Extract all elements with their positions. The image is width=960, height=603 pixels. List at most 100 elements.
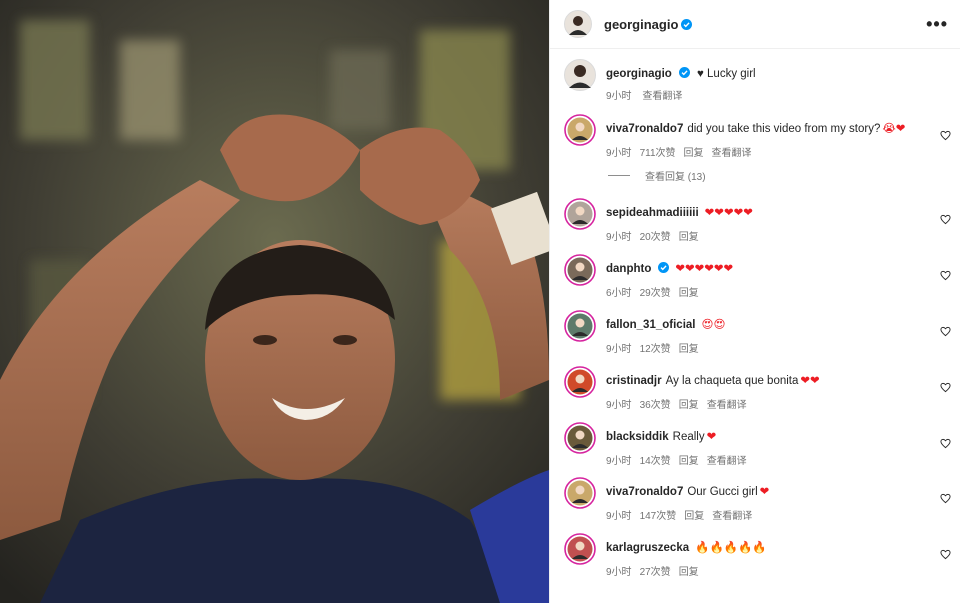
reply-button[interactable]: 回复 (679, 232, 699, 243)
comment-emoji: ❤❤❤❤❤ (704, 207, 753, 219)
post-header: georginagio ••• (550, 0, 960, 49)
comment-row: viva7ronaldo7 did you take this video fro… (564, 114, 960, 159)
like-heart-icon[interactable] (940, 547, 951, 560)
comment-time: 9小时 (606, 344, 632, 355)
more-options-icon[interactable]: ••• (926, 15, 948, 33)
verified-badge-icon (658, 262, 670, 273)
translate-button[interactable]: 查看翻译 (707, 456, 747, 467)
comment-emoji: ❤ (759, 486, 770, 498)
post-media[interactable] (0, 0, 549, 603)
comment-emoji: ❤❤ (800, 375, 820, 387)
comment-time: 9小时 (606, 567, 632, 578)
author-username[interactable]: georginagio (604, 17, 678, 32)
reply-button[interactable]: 回复 (679, 567, 699, 578)
view-replies-label: 查看回复 (13) (645, 172, 706, 183)
comment-row: karlagruszecka 🔥🔥🔥🔥🔥 9小时 27次赞 回复 (564, 533, 960, 578)
comment-likes[interactable]: 711次赞 (640, 148, 676, 159)
comment-text: Really (672, 431, 705, 443)
caption-time: 9小时 (606, 91, 632, 102)
like-heart-icon[interactable] (940, 491, 951, 504)
comment-row: sepideahmadiiiiii ❤❤❤❤❤ 9小时 20次赞 回复 (564, 198, 960, 243)
comment-row: cristinadjr Ay la chaqueta que bonita ❤❤ 9小… (564, 366, 960, 411)
comment-emoji: 🔥🔥🔥🔥🔥 (695, 542, 767, 554)
comment-time: 6小时 (606, 288, 632, 299)
like-heart-icon[interactable] (940, 128, 951, 141)
commenter-avatar[interactable] (564, 114, 596, 146)
like-heart-icon[interactable] (940, 268, 951, 281)
comment-username[interactable]: fallon_31_oficial (606, 319, 695, 331)
caption-avatar[interactable] (564, 59, 596, 91)
comment-time: 9小时 (606, 456, 632, 467)
comment-body: fallon_31_oficial 😍😍 9小时 12次赞 回复 (606, 310, 926, 355)
comment-time: 9小时 (606, 400, 632, 411)
caption-body: georginagio ♥ Lucky girl 9小时 查看翻译 (606, 59, 926, 102)
comment-body: viva7ronaldo7 did you take this video fro… (606, 114, 926, 159)
comment-text: Ay la chaqueta que bonita (665, 375, 799, 387)
comment-username[interactable]: viva7ronaldo7 (606, 486, 683, 498)
comment-body: karlagruszecka 🔥🔥🔥🔥🔥 9小时 27次赞 回复 (606, 533, 926, 578)
like-heart-icon[interactable] (940, 324, 951, 337)
caption-username[interactable]: georginagio (606, 68, 672, 80)
comment-username[interactable]: danphto (606, 263, 651, 275)
comment-username[interactable]: karlagruszecka (606, 542, 689, 554)
reply-button[interactable]: 回复 (684, 511, 704, 522)
translate-button[interactable]: 查看翻译 (707, 400, 747, 411)
commenter-avatar[interactable] (564, 477, 596, 509)
verified-badge-icon (678, 67, 690, 78)
comment-list[interactable]: georginagio ♥ Lucky girl 9小时 查看翻译 viva7r… (550, 50, 960, 603)
translate-button[interactable]: 查看翻译 (712, 511, 752, 522)
commenter-avatar[interactable] (564, 198, 596, 230)
comment-time: 9小时 (606, 511, 632, 522)
reply-button[interactable]: 回复 (684, 148, 704, 159)
translate-button[interactable]: 查看翻译 (712, 148, 752, 159)
comment-username[interactable]: cristinadjr (606, 375, 662, 387)
like-heart-icon[interactable] (940, 380, 951, 393)
comment-body: cristinadjr Ay la chaqueta que bonita ❤❤ 9小… (606, 366, 926, 411)
comment-time: 9小时 (606, 232, 632, 243)
comment-username[interactable]: viva7ronaldo7 (606, 123, 683, 135)
commenter-avatar[interactable] (564, 422, 596, 454)
comment-emoji: ❤❤❤❤❤❤ (675, 263, 734, 275)
caption-row: georginagio ♥ Lucky girl 9小时 查看翻译 (564, 59, 960, 102)
author-avatar[interactable] (564, 10, 592, 38)
reply-button[interactable]: 回复 (679, 344, 699, 355)
like-heart-icon[interactable] (940, 212, 951, 225)
comment-body: sepideahmadiiiiii ❤❤❤❤❤ 9小时 20次赞 回复 (606, 198, 926, 243)
caption-text: ♥ Lucky girl (697, 68, 756, 80)
like-heart-icon[interactable] (940, 436, 951, 449)
commenter-avatar[interactable] (564, 366, 596, 398)
comment-body: danphto ❤❤❤❤❤❤ 6小时 29次赞 回复 (606, 254, 926, 299)
replies-divider (608, 175, 630, 176)
comment-likes[interactable]: 27次赞 (640, 567, 671, 578)
comment-row: blacksiddik Really ❤ 9小时 14次赞 回复 查看翻译 (564, 422, 960, 467)
commenter-avatar[interactable] (564, 254, 596, 286)
verified-badge-icon (681, 18, 693, 30)
comment-time: 9小时 (606, 148, 632, 159)
comment-emoji: 😍😍 (701, 319, 726, 331)
comment-likes[interactable]: 147次赞 (640, 511, 677, 522)
view-replies-button[interactable]: 查看回复 (13) (608, 168, 706, 183)
comment-body: blacksiddik Really ❤ 9小时 14次赞 回复 查看翻译 (606, 422, 926, 467)
comment-likes[interactable]: 20次赞 (640, 232, 671, 243)
comment-text: did you take this video from my story? (687, 123, 881, 135)
commenter-avatar[interactable] (564, 533, 596, 565)
post-video-frame (0, 0, 549, 603)
comment-likes[interactable]: 36次赞 (640, 400, 671, 411)
comment-text: Our Gucci girl (687, 486, 758, 498)
commenter-avatar[interactable] (564, 310, 596, 342)
comments-panel: georginagio ••• georginagio ♥ Lucky girl… (549, 0, 960, 603)
comment-row: fallon_31_oficial 😍😍 9小时 12次赞 回复 (564, 310, 960, 355)
reply-button[interactable]: 回复 (679, 288, 699, 299)
comment-likes[interactable]: 29次赞 (640, 288, 671, 299)
reply-button[interactable]: 回复 (679, 456, 699, 467)
comment-body: viva7ronaldo7 Our Gucci girl ❤ 9小时 147次赞 回复 查看… (606, 477, 926, 522)
comment-likes[interactable]: 14次赞 (640, 456, 671, 467)
comment-row: viva7ronaldo7 Our Gucci girl ❤ 9小时 147次赞 回复 查看… (564, 477, 960, 522)
comment-username[interactable]: blacksiddik (606, 431, 669, 443)
comment-emoji: ❤ (706, 431, 717, 443)
comment-row: danphto ❤❤❤❤❤❤ 6小时 29次赞 回复 (564, 254, 960, 299)
comment-likes[interactable]: 12次赞 (640, 344, 671, 355)
caption-translate-button[interactable]: 查看翻译 (642, 91, 682, 102)
reply-button[interactable]: 回复 (679, 400, 699, 411)
comment-username[interactable]: sepideahmadiiiiii (606, 207, 699, 219)
